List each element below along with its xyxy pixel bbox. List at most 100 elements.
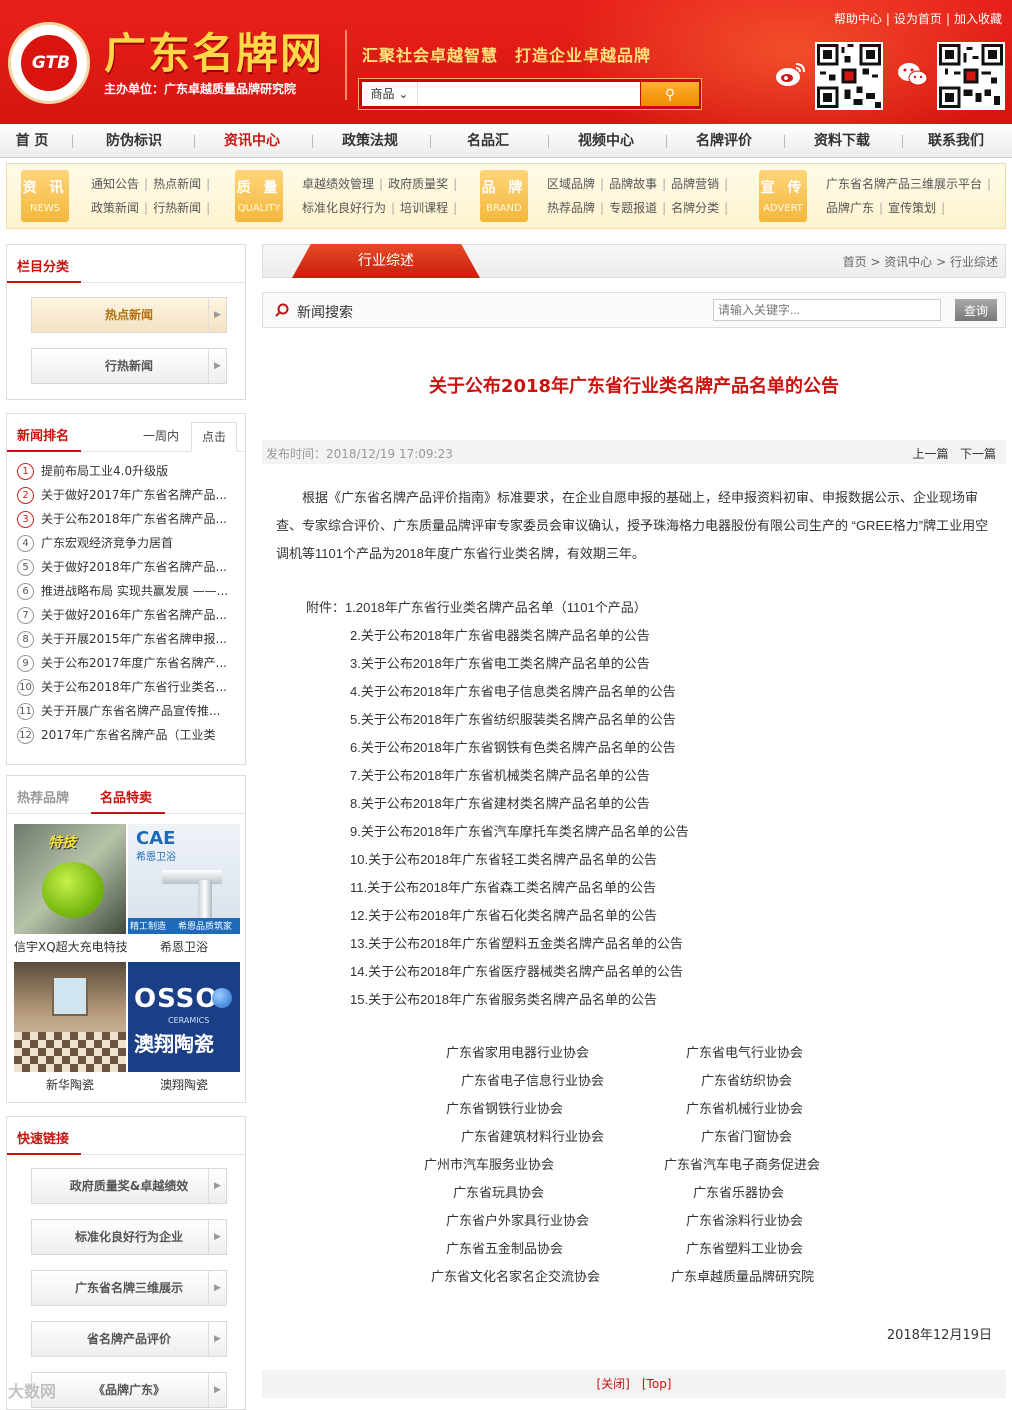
quick-link-3d-display[interactable]: 广东省名牌三维展示 ▶ [31,1270,227,1306]
nav-news-center[interactable]: 资讯中心 [200,124,304,158]
attachment-link[interactable]: 2.关于公布2018年广东省电器类名牌产品名单的公告 [306,622,689,650]
ranking-item[interactable]: 1 提前布局工业4.0升级版 [17,462,237,484]
cat-link[interactable]: 标准化良好行为 [302,201,386,215]
tab-clicks[interactable]: 点击 [191,422,237,452]
next-article-link[interactable]: 下一篇 [960,447,996,461]
attachment-link[interactable]: 11.关于公布2018年广东省森工类名牌产品名单的公告 [306,874,689,902]
attachment-link[interactable]: 14.关于公布2018年广东省医疗器械类名牌产品名单的公告 [306,958,689,986]
attachment-link[interactable]: 8.关于公布2018年广东省建材类名牌产品名单的公告 [306,790,689,818]
search-input[interactable] [418,82,640,106]
section-tab[interactable]: 行业综述 [292,244,480,278]
add-favorite-link[interactable]: 加入收藏 [954,12,1002,26]
category-badge-quality[interactable]: 质 量 QUALITY [235,170,283,222]
cat-link[interactable]: 宣传策划 [888,201,936,215]
cat-link[interactable]: 政策新闻 [91,201,139,215]
ranking-item[interactable]: 4 广东宏观经济竞争力居首 [17,534,237,556]
attachment-link[interactable]: 12.关于公布2018年广东省石化类名牌产品名单的公告 [306,902,689,930]
attachment-link[interactable]: 5.关于公布2018年广东省纺织服装类名牌产品名单的公告 [306,706,689,734]
product-card[interactable]: 特技 信宇XQ超大充电特技 [14,824,128,955]
site-logo[interactable]: GTB [8,22,90,104]
attachment-link[interactable]: 7.关于公布2018年广东省机械类名牌产品名单的公告 [306,762,689,790]
cat-link[interactable]: 专题报道 [609,201,657,215]
help-link[interactable]: 帮助中心 [834,12,882,26]
site-name[interactable]: 广东名牌网 [104,20,324,81]
cat-link[interactable]: 名牌分类 [671,201,719,215]
attachment-link[interactable]: 6.关于公布2018年广东省钢铁有色类名牌产品名单的公告 [306,734,689,762]
attachment-link[interactable]: 附件：1.2018年广东省行业类名牌产品名单（1101个产品） [306,594,689,622]
cat-link[interactable]: 培训课程 [400,201,448,215]
tab-recommended-brands[interactable]: 热荐品牌 [17,787,69,806]
attachment-label: 附件： [306,600,346,615]
column-button-hot-news[interactable]: 热点新闻 ▶ [31,297,227,333]
category-badge-advert[interactable]: 宣 传 ADVERT [759,170,807,222]
quick-link-standardization[interactable]: 标准化良好行为企业 ▶ [31,1219,227,1255]
ranking-item[interactable]: 5 关于做好2018年广东省名牌产品... [17,558,237,580]
ranking-item[interactable]: 11 关于开展广东省名牌产品宣传推... [17,702,237,724]
tab-special-sale[interactable]: 名品特卖 [100,787,152,806]
close-link[interactable]: [关闭] [597,1377,630,1391]
quick-link-brand-guangdong[interactable]: 《品牌广东》 ▶ [31,1372,227,1408]
category-en: NEWS [29,203,61,214]
brand-sub-text: CERAMICS [168,1016,210,1025]
quick-link-quality-award[interactable]: 政府质量奖&卓越绩效 ▶ [31,1168,227,1204]
cat-link[interactable]: 品牌故事 [609,177,657,191]
nav-brand-evaluation[interactable]: 名牌评价 [672,124,776,158]
category-cn: 质 量 [236,180,282,196]
cat-link[interactable]: 区域品牌 [547,177,595,191]
column-button-industry-news[interactable]: 行热新闻 ▶ [31,348,227,384]
cat-link[interactable]: 热点新闻 [153,177,201,191]
cat-link[interactable]: 政府质量奖 [388,177,448,191]
nav-video-center[interactable]: 视频中心 [554,124,658,158]
category-badge-news[interactable]: 资 讯 NEWS [21,170,69,222]
ranking-item[interactable]: 3 关于公布2018年广东省名牌产品... [17,510,237,532]
category-badge-brand[interactable]: 品 牌 BRAND [480,170,528,222]
association-name: 广东省电气行业协会 [686,1046,804,1061]
top-link[interactable]: [Top] [642,1377,672,1391]
cat-link[interactable]: 卓越绩效管理 [302,177,374,191]
arrow-right-icon: ▶ [208,1169,226,1203]
nav-home[interactable]: 首 页 [0,124,64,158]
weibo-icon[interactable] [774,60,808,88]
nav-downloads[interactable]: 资料下载 [790,124,894,158]
attachment-link[interactable]: 10.关于公布2018年广东省轻工类名牌产品名单的公告 [306,846,689,874]
ranking-item[interactable]: 6 推进战略布局 实现共赢发展 ——... [17,582,237,604]
product-card[interactable]: OSSO CERAMICS 澳翔陶瓷 澳翔陶瓷 [128,962,240,1093]
wechat-icon[interactable] [896,60,930,88]
breadcrumb[interactable]: 首页 > 资讯中心 > 行业综述 [843,253,998,270]
product-card[interactable]: CAE 希恩卫浴 精工制造 希恩品质筑家 希恩卫浴 [128,824,240,955]
ranking-item[interactable]: 8 关于开展2015年广东省名牌申报... [17,630,237,652]
cat-link[interactable]: 热荐品牌 [547,201,595,215]
search-button[interactable]: ⚲ [641,82,699,106]
attachment-link[interactable]: 4.关于公布2018年广东省电子信息类名牌产品名单的公告 [306,678,689,706]
ranking-item[interactable]: 2 关于做好2017年广东省名牌产品... [17,486,237,508]
product-card[interactable]: 新华陶瓷 [14,962,126,1093]
ranking-item[interactable]: 9 关于公布2017年度广东省名牌产... [17,654,237,676]
ranking-item[interactable]: 12 2017年广东省名牌产品（工业类 [17,726,237,748]
attachment-link[interactable]: 13.关于公布2018年广东省塑料五金类名牌产品名单的公告 [306,930,689,958]
set-homepage-link[interactable]: 设为首页 [894,12,942,26]
quick-link-product-evaluation[interactable]: 省名牌产品评价 ▶ [31,1321,227,1357]
cat-link[interactable]: 品牌广东 [826,201,874,215]
tab-week[interactable]: 一周内 [133,422,189,452]
news-search-button[interactable]: 查询 [955,299,997,321]
cat-link[interactable]: 广东省名牌产品三维展示平台 [826,177,982,191]
cat-link[interactable]: 行热新闻 [153,201,201,215]
attachment-link[interactable]: 9.关于公布2018年广东省汽车摩托车类名牌产品名单的公告 [306,818,689,846]
site-search: 商品 ⌄ ⚲ [358,78,702,110]
rank-title: 关于公布2018年广东省名牌产品... [41,512,227,526]
news-search-input[interactable] [713,299,941,321]
association-name: 广东省五金制品协会 [446,1242,564,1257]
nav-brand-collection[interactable]: 名品汇 [436,124,540,158]
rank-number: 12 [17,727,34,744]
nav-policy[interactable]: 政策法规 [318,124,422,158]
attachment-link[interactable]: 15.关于公布2018年广东省服务类名牌产品名单的公告 [306,986,689,1014]
ranking-item[interactable]: 10 关于公布2018年广东省行业类名... [17,678,237,700]
prev-article-link[interactable]: 上一篇 [913,447,949,461]
cat-link[interactable]: 通知公告 [91,177,139,191]
nav-contact[interactable]: 联系我们 [904,124,1008,158]
nav-anti-counterfeit[interactable]: 防伪标识 [82,124,186,158]
search-category-select[interactable]: 商品 ⌄ [362,82,418,106]
cat-link[interactable]: 品牌营销 [671,177,719,191]
attachment-link[interactable]: 3.关于公布2018年广东省电工类名牌产品名单的公告 [306,650,689,678]
ranking-item[interactable]: 7 关于做好2016年广东省名牌产品... [17,606,237,628]
